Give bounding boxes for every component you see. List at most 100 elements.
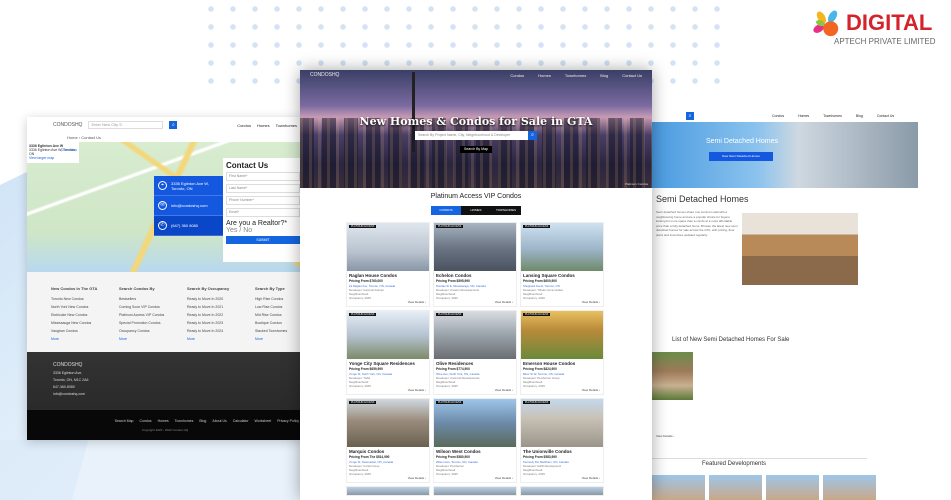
tab-townhomes[interactable]: TOWNHOMES — [491, 206, 521, 215]
listing-photo[interactable]: PLATINUM ACCESS — [521, 311, 603, 359]
view-details-link[interactable]: View Details › — [434, 300, 513, 304]
nav-condos[interactable]: Condos — [772, 114, 784, 118]
bottom-link[interactable]: Townhomes — [175, 419, 194, 423]
search-button[interactable]: ⌕ — [686, 112, 694, 120]
footer-link[interactable]: Special Promotion Condos — [119, 321, 167, 325]
listing-card[interactable]: PLATINUM ACCESS The Unionville Condos Pric… — [520, 398, 604, 483]
email-field[interactable]: Email* — [226, 208, 300, 217]
listing-name[interactable]: Yonge City Square Residences — [349, 361, 427, 366]
listing-photo[interactable]: PLATINUM ACCESS — [347, 399, 429, 447]
footer-link[interactable]: Vaughan Condos — [51, 329, 99, 333]
listing-house-photo[interactable] — [652, 352, 693, 400]
footer-more-link[interactable]: More — [187, 337, 195, 341]
bottom-link[interactable]: Condos — [139, 419, 151, 423]
listing-name[interactable]: Echelon Condos — [436, 273, 514, 278]
listing-card[interactable]: PLATINUM ACCESS Emerson House Condos Prici… — [520, 310, 604, 395]
hero-button[interactable]: New Semi Detached Homes — [709, 152, 773, 161]
listing-photo[interactable]: PLATINUM ACCESS — [434, 223, 516, 271]
listing-card[interactable]: PLATINUM ACCESS Olive Residences Pricing F… — [433, 310, 517, 395]
footer-more-link[interactable]: More — [255, 337, 263, 341]
search-by-map-button[interactable]: Search By Map — [460, 146, 492, 153]
site-logo[interactable]: CONDOSHQ — [53, 122, 82, 128]
footer-link[interactable]: Platinum Access VIP Condos — [119, 313, 167, 317]
breadcrumb-home[interactable]: Home — [67, 135, 78, 140]
featured-thumb[interactable] — [709, 475, 762, 500]
nav-homes[interactable]: Homes — [798, 114, 809, 118]
view-details-link[interactable]: View Details › — [347, 476, 426, 480]
view-details-link[interactable]: View Details › — [521, 388, 600, 392]
site-logo[interactable]: CONDOSHQ — [310, 72, 339, 78]
footer-link[interactable]: Toronto New Condos — [51, 297, 99, 301]
featured-thumb[interactable] — [766, 475, 819, 500]
view-details-link[interactable]: View Details › — [521, 300, 600, 304]
phone-text[interactable]: (647) 360 8080 — [171, 223, 198, 228]
footer-link[interactable]: High Rise Condos — [255, 297, 303, 301]
listing-name[interactable]: Wilson West Condos — [436, 449, 514, 454]
footer-link[interactable]: Coming Soon VIP Condos — [119, 305, 167, 309]
search-button[interactable]: ⌕ — [528, 131, 537, 140]
footer-link[interactable]: North York New Condos — [51, 305, 99, 309]
listing-photo[interactable]: PLATINUM ACCESS — [434, 399, 516, 447]
tab-condos[interactable]: CONDOS — [431, 206, 461, 215]
bottom-link[interactable]: Calculator — [233, 419, 249, 423]
nav-condos[interactable]: Condos — [237, 123, 251, 128]
listing-photo[interactable]: PLATINUM ACCESS — [347, 223, 429, 271]
footer-link[interactable]: Ready to Move In 2020 — [187, 297, 235, 301]
listing-card[interactable]: PLATINUM ACCESS Yonge City Square Residen… — [346, 310, 430, 395]
nav-homes[interactable]: Homes — [538, 73, 551, 78]
listing-name[interactable]: Marquis Condos — [349, 449, 427, 454]
nav-contact[interactable]: Contact Us — [622, 73, 642, 78]
listing-card[interactable] — [346, 486, 430, 496]
listing-card[interactable]: PLATINUM ACCESS Raglan House Condos Pricin… — [346, 222, 430, 307]
listing-card[interactable] — [433, 486, 517, 496]
search-button[interactable]: ⌕ — [169, 121, 178, 129]
footer-more-link[interactable]: More — [51, 337, 59, 341]
view-details-link[interactable]: View Details › — [434, 476, 513, 480]
footer-link[interactable]: Bestsellers — [119, 297, 167, 301]
view-details-link[interactable]: View Details › — [521, 476, 600, 480]
view-details-link[interactable]: View Details › — [434, 388, 513, 392]
submit-button[interactable]: SUBMIT — [226, 236, 300, 244]
footer-link[interactable]: Ready to Move In 2023 — [187, 321, 235, 325]
bottom-link[interactable]: Worksheet — [255, 419, 272, 423]
nav-condos[interactable]: Condos — [510, 73, 524, 78]
listing-name[interactable]: Olive Residences — [436, 361, 514, 366]
nav-homes[interactable]: Homes — [257, 123, 270, 128]
footer-link[interactable]: Etobicoke New Condos — [51, 313, 99, 317]
view-details-link[interactable]: View Details › — [347, 388, 426, 392]
hero-search-input[interactable]: Search By Project Name, City, Neighbourh… — [415, 131, 537, 140]
listing-card[interactable]: PLATINUM ACCESS Echelon Condos Pricing Fro… — [433, 222, 517, 307]
view-details-link[interactable]: View Details › — [656, 434, 674, 438]
nav-townhomes[interactable]: Townhomes — [276, 123, 297, 128]
footer-link[interactable]: Mississauga New Condos — [51, 321, 99, 325]
nav-contact[interactable]: Contact Us — [877, 114, 894, 118]
bottom-link[interactable]: Search Map — [115, 419, 134, 423]
footer-link[interactable]: Stacked Townhomes — [255, 329, 303, 333]
nav-blog[interactable]: Blog — [600, 73, 608, 78]
footer-link[interactable]: Occupancy Condos — [119, 329, 167, 333]
first-name-field[interactable]: First Name* — [226, 172, 300, 181]
nav-blog[interactable]: Blog — [856, 114, 863, 118]
phone-field[interactable]: Phone Number* — [226, 196, 300, 205]
listing-name[interactable]: The Unionville Condos — [523, 449, 601, 454]
footer-link[interactable]: Mid Rise Condos — [255, 313, 303, 317]
listing-card[interactable] — [520, 486, 604, 496]
featured-thumb[interactable] — [823, 475, 876, 500]
listing-name[interactable]: Raglan House Condos — [349, 273, 427, 278]
realtor-radio[interactable]: Yes / No — [226, 227, 300, 234]
larger-map-link[interactable]: View larger map — [29, 156, 54, 160]
featured-thumb[interactable] — [652, 475, 705, 500]
footer-email[interactable]: info@condoshq.com — [53, 392, 303, 396]
listing-card[interactable]: PLATINUM ACCESS Marquis Condos Pricing Fro… — [346, 398, 430, 483]
tab-homes[interactable]: HOMES — [461, 206, 491, 215]
listing-name[interactable]: Emerson House Condos — [523, 361, 601, 366]
nav-townhomes[interactable]: Townhomes — [823, 114, 842, 118]
bottom-link[interactable]: Privacy Policy — [277, 419, 299, 423]
footer-more-link[interactable]: More — [119, 337, 127, 341]
bottom-link[interactable]: About Us — [212, 419, 226, 423]
footer-phone[interactable]: 647-360-8080 — [53, 385, 303, 389]
listing-photo[interactable]: PLATINUM ACCESS — [521, 223, 603, 271]
listing-photo[interactable]: PLATINUM ACCESS — [434, 311, 516, 359]
email-text[interactable]: info@condoshq.com — [171, 203, 208, 208]
footer-link[interactable]: Ready to Move In 2022 — [187, 313, 235, 317]
